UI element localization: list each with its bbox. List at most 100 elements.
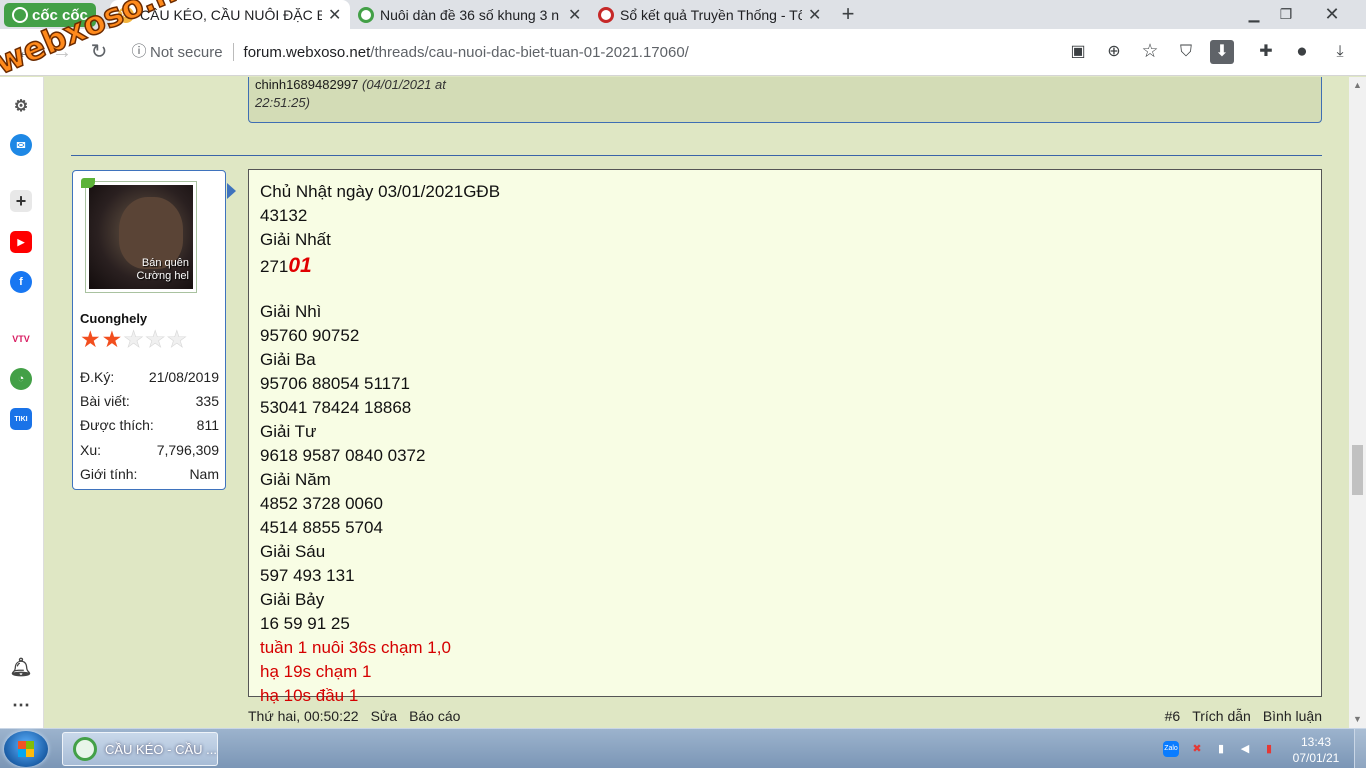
bookmark-star-icon[interactable]: ☆: [1138, 40, 1162, 64]
profile-avatar-icon[interactable]: ●: [1290, 40, 1314, 64]
post-prediction-line: tuần 1 nuôi 36s chạm 1,0: [260, 638, 451, 657]
minimize-button[interactable]: ▁: [1238, 0, 1270, 29]
tab-so-ket-qua[interactable]: Sổ kết quả Truyền Thống - Tổ ✕: [590, 0, 830, 29]
online-status-icon: [81, 178, 95, 188]
post-timestamp[interactable]: Thứ hai, 00:50:22: [248, 708, 359, 724]
quote-link[interactable]: Trích dẫn: [1192, 708, 1251, 724]
info-icon[interactable]: ⓘ: [126, 39, 152, 65]
tab-nuoi-dan-de[interactable]: Nuôi dàn đề 36 số khung 3 n ✕: [350, 0, 590, 29]
report-link[interactable]: Báo cáo: [409, 708, 460, 724]
system-clock[interactable]: 13:43 07/01/21: [1284, 734, 1348, 766]
network-error-tray-icon[interactable]: ✖: [1189, 741, 1205, 757]
stat-label: Được thích:: [80, 417, 154, 433]
post-giai-nhat-number: 27101: [260, 254, 312, 278]
download-icon[interactable]: ⬇: [1210, 40, 1234, 64]
post-number-link[interactable]: #6: [1165, 708, 1181, 724]
close-tab-icon[interactable]: ✕: [328, 5, 342, 25]
stat-value: 21/08/2019: [148, 369, 219, 385]
restore-button[interactable]: ❐: [1270, 0, 1302, 29]
url-path: /threads/cau-nuoi-dac-biet-tuan-01-2021.…: [370, 43, 689, 61]
new-tab-button[interactable]: +: [836, 2, 860, 26]
post-result-line: Giải Ba: [260, 350, 316, 369]
star-filled-icon: ★: [101, 326, 123, 352]
taskbar-app-label: CẦU KÉO - CẦU ...: [105, 741, 217, 757]
star-filled-icon: ★: [80, 326, 101, 352]
post-footer: Thứ hai, 00:50:22 Sửa Báo cáo #6 Trích d…: [248, 708, 1322, 728]
youtube-icon[interactable]: ▶: [10, 231, 32, 253]
windows-logo-icon: [18, 741, 34, 757]
post-message: Chủ Nhật ngày 03/01/2021GĐB 43132 Giải N…: [248, 169, 1322, 705]
post-result-line: Giải Năm: [260, 470, 331, 489]
stat-posts: Bài viết: 335: [80, 393, 219, 409]
giai-nhat-prefix: 271: [260, 257, 289, 276]
stat-label: Xu:: [80, 442, 102, 458]
post-result-line: Giải Sáu: [260, 542, 326, 561]
stat-joined: Đ.Ký: 21/08/2019: [80, 369, 219, 385]
avatar-image: Bán quên Cường hel: [89, 185, 193, 289]
notification-bell-icon[interactable]: 🔔︎: [10, 656, 33, 678]
battery-tray-icon[interactable]: ▮: [1261, 741, 1277, 757]
clock-time: 13:43: [1300, 735, 1332, 749]
stat-value: 811: [196, 417, 219, 433]
avatar-caption-line: Bán quên: [141, 257, 189, 269]
notification-blocked-icon[interactable]: ▣: [1066, 40, 1090, 64]
avatar-caption-line: Cường hel: [136, 270, 190, 282]
card-pointer: [227, 183, 236, 199]
avatar-caption: Bán quên Cường hel: [137, 257, 190, 283]
downloads-arrow-icon[interactable]: ⤓: [1328, 40, 1352, 64]
start-button[interactable]: [4, 731, 48, 767]
show-desktop-button[interactable]: [1354, 729, 1366, 768]
extensions-puzzle-icon[interactable]: ✚: [1254, 40, 1278, 64]
signal-bars-tray-icon[interactable]: ▮: [1213, 741, 1229, 757]
post-giai-nhat-label: Giải Nhất: [260, 230, 331, 249]
previous-post-comment: chinh1689482997 (04/01/2021 at 22:51:25): [248, 77, 1322, 123]
volume-tray-icon[interactable]: ◀: [1237, 741, 1253, 757]
stat-likes: Được thích: 811: [80, 417, 219, 433]
more-options-icon[interactable]: ⋯: [10, 694, 32, 716]
post-result-line: Giải Bảy: [260, 590, 325, 609]
taskbar-coccoc-window[interactable]: CẦU KÉO - CẦU ...: [62, 732, 218, 766]
add-panel-icon[interactable]: +: [10, 190, 32, 212]
coccoc-app-icon: [73, 737, 97, 761]
messenger-icon[interactable]: ✉: [10, 134, 32, 156]
vtv-go-icon[interactable]: VTV: [10, 328, 32, 350]
coccoc-service-icon[interactable]: ◔: [10, 368, 32, 390]
page-scrollbar[interactable]: ▲ ▼: [1349, 77, 1366, 728]
tab-title: Sổ kết quả Truyền Thống - Tổ: [620, 6, 802, 23]
comment-date: (04/01/2021 at: [362, 77, 446, 92]
post-result-line: 95706 88054 51171: [260, 374, 411, 393]
close-tab-icon[interactable]: ✕: [568, 5, 582, 25]
address-divider: [232, 43, 234, 61]
star-empty-icon: ★: [166, 326, 188, 352]
edit-link[interactable]: Sửa: [371, 708, 398, 724]
post-result-line: 4514 8855 5704: [260, 518, 383, 537]
scroll-up-arrow-icon[interactable]: ▲: [1349, 77, 1366, 94]
coccoc-sidebar: ⚙ ✉ + ▶ f VTV ◔ TIKI 🔔︎ ⋯: [0, 77, 44, 728]
comment-time: 22:51:25): [255, 95, 310, 110]
post-result-line: Giải Tư: [260, 422, 317, 441]
zalo-tray-icon[interactable]: Zalo: [1163, 741, 1179, 757]
star-empty-icon: ★: [144, 326, 166, 352]
tab-title: Nuôi dàn đề 36 số khung 3 n: [380, 6, 560, 23]
zoom-icon[interactable]: ⊕: [1102, 40, 1126, 64]
comment-author[interactable]: chinh1689482997: [255, 77, 358, 92]
clock-date: 07/01/21: [1292, 751, 1340, 765]
shield-icon[interactable]: ⛉: [1174, 40, 1198, 64]
settings-gear-icon[interactable]: ⚙: [10, 95, 32, 117]
url-text: forum.webxoso.net/threads/cau-nuoi-dac-b…: [244, 44, 689, 61]
post-result-line: 95760 90752: [260, 326, 360, 345]
tiki-icon[interactable]: TIKI: [10, 408, 32, 430]
comment-link[interactable]: Bình luận: [1263, 708, 1322, 724]
post-gdb-number: 43132: [260, 206, 308, 225]
username[interactable]: Cuonghely: [80, 311, 147, 326]
giai-nhat-highlight: 01: [288, 254, 312, 277]
post-title-line: Chủ Nhật ngày 03/01/2021GĐB: [260, 182, 501, 201]
scroll-thumb[interactable]: [1352, 445, 1363, 495]
user-rating-stars: ★ ★ ★ ★ ★: [80, 326, 188, 352]
scroll-down-arrow-icon[interactable]: ▼: [1349, 711, 1366, 728]
close-window-button[interactable]: ✕: [1302, 0, 1362, 29]
avatar[interactable]: Bán quên Cường hel: [85, 181, 197, 293]
post-prediction-line: hạ 10s đầu 1: [260, 686, 359, 705]
facebook-icon[interactable]: f: [10, 271, 32, 293]
close-tab-icon[interactable]: ✕: [808, 5, 822, 25]
